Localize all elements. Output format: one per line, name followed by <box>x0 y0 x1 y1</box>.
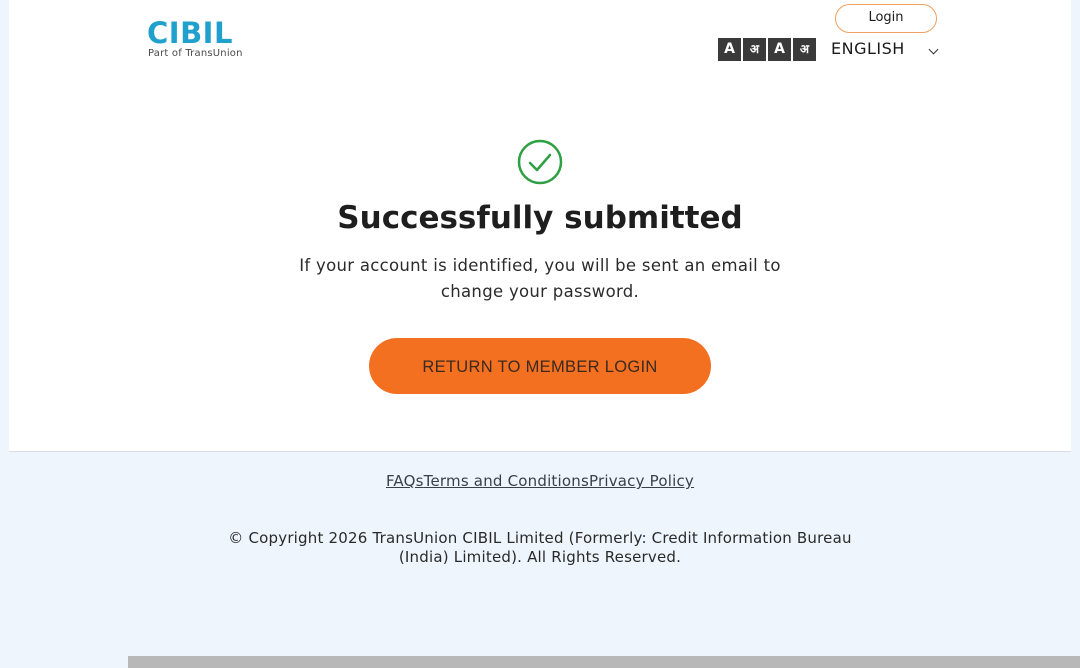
language-value: ENGLISH <box>831 39 905 58</box>
logo-subtext: Part of TransUnion <box>148 48 243 59</box>
main-card: CIBIL Part of TransUnion Login A अ A अ E… <box>9 0 1071 452</box>
terms-link[interactable]: Terms and Conditions <box>424 472 589 490</box>
return-to-login-button[interactable]: RETURN TO MEMBER LOGIN <box>369 338 711 394</box>
check-circle-icon <box>517 139 563 185</box>
logo-text: CIBIL <box>147 16 233 50</box>
horizontal-scrollbar[interactable] <box>128 656 1080 668</box>
copyright-text: © Copyright 2026 TransUnion CIBIL Limite… <box>228 529 852 566</box>
cibil-logo[interactable]: CIBIL Part of TransUnion <box>147 18 257 64</box>
footer-links: FAQsTerms and ConditionsPrivacy Policy <box>0 472 1080 490</box>
hindi-script-button[interactable]: अ <box>743 38 766 61</box>
page-title: Successfully submitted <box>337 200 743 236</box>
success-message: If your account is identified, you will … <box>299 256 781 301</box>
language-select[interactable]: ENGLISH <box>831 37 939 63</box>
increase-font-button[interactable]: A <box>718 38 741 61</box>
font-size-tools: A अ A अ <box>718 38 816 61</box>
login-button[interactable]: Login <box>835 4 937 33</box>
hindi-font-button[interactable]: अ <box>793 38 816 61</box>
privacy-link[interactable]: Privacy Policy <box>589 472 694 490</box>
chevron-down-icon <box>928 44 939 55</box>
default-font-button[interactable]: A <box>768 38 791 61</box>
faqs-link[interactable]: FAQs <box>386 472 424 490</box>
